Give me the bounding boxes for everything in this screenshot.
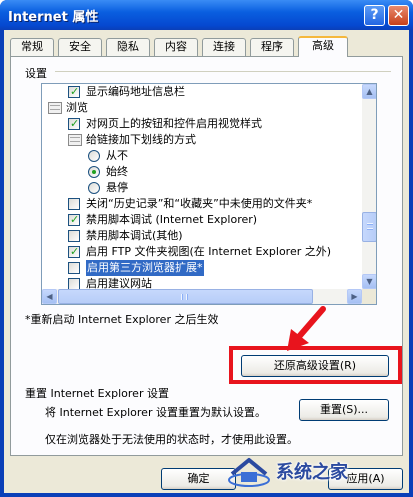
settings-group-label: 设置 <box>25 67 47 80</box>
ok-button[interactable]: 确定 <box>161 468 236 490</box>
tab-content[interactable]: 内容 <box>154 38 198 56</box>
list-item-label: 启用 FTP 文件夹视图(在 Internet Explorer 之外) <box>86 245 332 258</box>
radio-button[interactable] <box>88 182 100 194</box>
restore-advanced-settings-button[interactable]: 还原高级设置(R) <box>241 355 389 377</box>
scroll-up-icon[interactable]: ▲ <box>362 84 376 99</box>
list-item-label: 禁用脚本调试(其他) <box>86 229 183 242</box>
grip-icon <box>181 294 183 300</box>
checkmark-icon: ✓ <box>70 85 80 98</box>
folder-icon <box>48 102 62 114</box>
tab-programs[interactable]: 程序 <box>250 38 294 56</box>
watermark-text: 系统之家 <box>276 462 348 483</box>
vertical-scroll-thumb[interactable] <box>362 212 376 242</box>
tab-security[interactable]: 安全 <box>58 38 102 56</box>
list-item-label: 悬停 <box>106 181 128 194</box>
horizontal-scrollbar[interactable]: ◀ ▶ <box>42 289 362 304</box>
checkbox[interactable] <box>68 278 80 289</box>
advanced-tab-panel: 设置 ✓ 显示编码地址信息栏 浏览 ✓ 对网页上的按钮和控件启用视觉样式 给链接… <box>10 56 403 456</box>
tab-privacy[interactable]: 隐私 <box>106 38 150 56</box>
list-item-label: 对网页上的按钮和控件启用视觉样式 <box>86 117 262 130</box>
dialog-window: Internet 属性 ? ✕ 常规 安全 隐私 内容 连接 程序 高级 设置 … <box>0 0 413 497</box>
checkbox[interactable] <box>68 198 80 210</box>
checkbox[interactable]: ✓ <box>68 245 80 258</box>
grip-icon <box>367 223 373 225</box>
scrollbar-corner <box>362 289 376 304</box>
list-item-label: 禁用脚本调试 (Internet Explorer) <box>86 213 258 226</box>
scroll-down-icon[interactable]: ▼ <box>362 274 376 289</box>
list-item-label: 显示编码地址信息栏 <box>86 85 185 98</box>
list-item-label: 从不 <box>106 149 128 162</box>
list-item-label: 启用建议网站 <box>86 277 152 289</box>
vertical-scrollbar[interactable]: ▲ ▼ <box>362 84 376 289</box>
folder-icon <box>68 134 82 146</box>
radio-dot-icon <box>92 170 96 174</box>
tab-general[interactable]: 常规 <box>10 38 54 56</box>
restart-note: *重新启动 Internet Explorer 之后生效 <box>25 313 219 326</box>
list-item-label: 浏览 <box>66 101 88 114</box>
window-title: Internet 属性 <box>8 10 99 25</box>
scroll-right-icon[interactable]: ▶ <box>347 289 362 304</box>
dialog-client-area: 常规 安全 隐私 内容 连接 程序 高级 设置 ✓ 显示编码地址信息栏 浏览 ✓… <box>4 30 409 493</box>
tab-connections[interactable]: 连接 <box>202 38 246 56</box>
checkbox[interactable]: ✓ <box>68 117 80 130</box>
list-item-label: 给链接加下划线的方式 <box>86 133 196 146</box>
tab-advanced[interactable]: 高级 <box>298 36 348 57</box>
reset-button[interactable]: 重置(S)... <box>299 399 389 421</box>
scroll-left-icon[interactable]: ◀ <box>42 289 57 304</box>
reset-description: 将 Internet Explorer 设置重置为默认设置。 <box>45 406 266 419</box>
list-item-label: 始终 <box>106 165 128 178</box>
title-bar[interactable]: Internet 属性 ? ✕ <box>0 0 413 30</box>
checkmark-icon: ✓ <box>70 213 80 226</box>
help-button[interactable]: ? <box>364 5 385 26</box>
checkbox[interactable]: ✓ <box>68 85 80 98</box>
reset-note: 仅在浏览器处于无法使用的状态时，才使用此设置。 <box>45 433 298 446</box>
close-button[interactable]: ✕ <box>388 5 409 26</box>
grip-icon <box>186 294 188 300</box>
checkbox[interactable]: ✓ <box>68 213 80 226</box>
list-item-label: 启用第三方浏览器扩展* <box>86 260 204 276</box>
house-logo-icon <box>228 458 270 487</box>
horizontal-scroll-thumb[interactable] <box>58 289 313 304</box>
checkbox[interactable] <box>68 230 80 242</box>
list-item-label: 关闭“历史记录”和“收藏夹”中未使用的文件夹* <box>86 197 313 210</box>
checkmark-icon: ✓ <box>70 117 80 130</box>
checkmark-icon: ✓ <box>70 245 80 258</box>
group-divider <box>55 71 391 72</box>
settings-list-rows: ✓ 显示编码地址信息栏 浏览 ✓ 对网页上的按钮和控件启用视觉样式 给链接加下划… <box>42 84 362 289</box>
radio-button[interactable] <box>88 150 100 162</box>
checkbox[interactable] <box>68 262 80 274</box>
grip-icon <box>367 228 373 230</box>
watermark-logo: 系统之家 <box>226 454 376 494</box>
radio-button[interactable] <box>88 166 100 178</box>
reset-section-title: 重置 Internet Explorer 设置 <box>25 387 169 400</box>
settings-list[interactable]: ✓ 显示编码地址信息栏 浏览 ✓ 对网页上的按钮和控件启用视觉样式 给链接加下划… <box>41 83 377 305</box>
